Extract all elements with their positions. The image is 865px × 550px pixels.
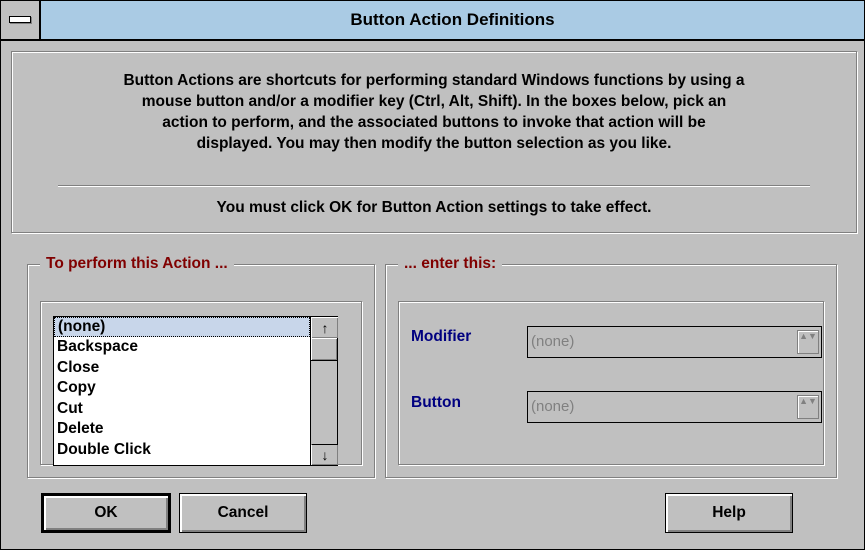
scroll-thumb[interactable] bbox=[311, 338, 337, 361]
list-item-double-click[interactable]: Double Click bbox=[54, 440, 310, 461]
scroll-up-icon[interactable]: ↑ bbox=[311, 317, 338, 339]
action-list-frame: (none) Backspace Close Copy Cut Delete D… bbox=[40, 301, 362, 466]
title-bar[interactable]: Button Action Definitions bbox=[1, 1, 864, 41]
dialog-window: Button Action Definitions Button Actions… bbox=[0, 0, 865, 550]
action-group-legend: To perform this Action ... bbox=[40, 254, 234, 274]
info-panel: Button Actions are shortcuts for perform… bbox=[11, 51, 857, 233]
info-note: You must click OK for Button Action sett… bbox=[216, 199, 652, 216]
list-item-copy[interactable]: Copy bbox=[54, 378, 310, 399]
enter-group-legend: ... enter this: bbox=[398, 254, 503, 274]
list-item-none[interactable]: (none) bbox=[54, 317, 310, 337]
action-group: To perform this Action ... (none) Backsp… bbox=[27, 254, 375, 478]
button-label: Button bbox=[411, 394, 461, 411]
enter-group: ... enter this: Modifier (none) ▲▼ Butto… bbox=[385, 254, 837, 478]
action-list[interactable]: (none) Backspace Close Copy Cut Delete D… bbox=[54, 317, 310, 465]
help-button[interactable]: Help bbox=[665, 493, 793, 533]
system-menu-button[interactable] bbox=[1, 1, 41, 39]
info-line: Button Actions are shortcuts for perform… bbox=[123, 72, 745, 89]
ok-button[interactable]: OK bbox=[41, 493, 171, 533]
modifier-value: (none) bbox=[531, 333, 575, 350]
button-value: (none) bbox=[531, 398, 575, 415]
enter-frame: Modifier (none) ▲▼ Button (none) ▲▼ bbox=[398, 301, 824, 465]
info-line: action to perform, and the associated bu… bbox=[162, 114, 706, 131]
info-divider bbox=[58, 185, 810, 187]
window-title: Button Action Definitions bbox=[350, 10, 555, 29]
list-item-close[interactable]: Close bbox=[54, 358, 310, 379]
info-text: Button Actions are shortcuts for perform… bbox=[28, 70, 840, 154]
spin-icon[interactable]: ▲▼ bbox=[797, 395, 819, 419]
info-line: mouse button and/or a modifier key (Ctrl… bbox=[141, 93, 727, 110]
cancel-button[interactable]: Cancel bbox=[179, 493, 307, 533]
spin-icon[interactable]: ▲▼ bbox=[797, 330, 819, 354]
list-item-cut[interactable]: Cut bbox=[54, 399, 310, 420]
vertical-scrollbar[interactable]: ↑ ↓ bbox=[310, 317, 338, 465]
info-line: displayed. You may then modify the butto… bbox=[196, 135, 672, 152]
list-item-delete[interactable]: Delete bbox=[54, 419, 310, 440]
modifier-label: Modifier bbox=[411, 328, 472, 345]
list-item-backspace[interactable]: Backspace bbox=[54, 337, 310, 358]
scroll-down-icon[interactable]: ↓ bbox=[311, 444, 338, 465]
modifier-combo[interactable]: (none) ▲▼ bbox=[527, 326, 822, 358]
system-menu-icon bbox=[9, 16, 31, 23]
button-combo[interactable]: (none) ▲▼ bbox=[527, 391, 822, 423]
action-listbox[interactable]: (none) Backspace Close Copy Cut Delete D… bbox=[53, 316, 338, 466]
